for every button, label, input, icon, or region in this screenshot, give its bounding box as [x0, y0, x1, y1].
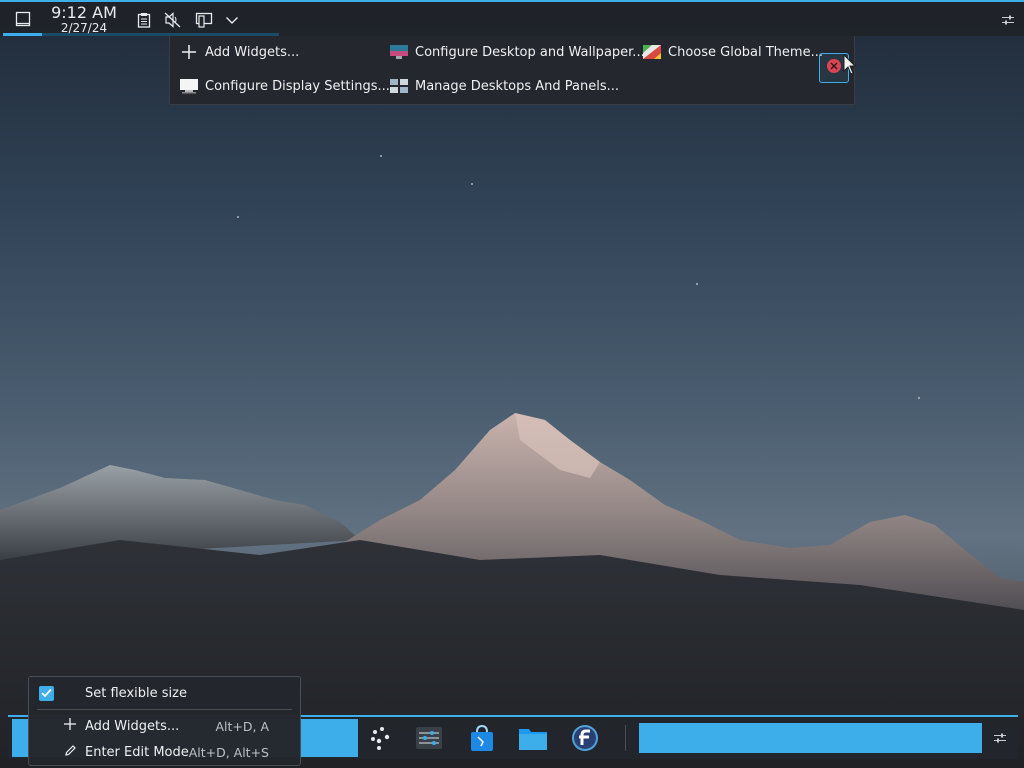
menu-configure-desktop[interactable]: Configure Desktop and Wallpaper... — [389, 41, 645, 63]
system-settings-icon[interactable] — [414, 723, 444, 753]
panel-context-menu: Set flexible size Add Widgets... Alt+D, … — [28, 676, 301, 766]
top-panel: 9:12 AM 2/27/24 — [0, 0, 1024, 36]
theme-icon — [642, 44, 662, 60]
menu-manage-desktops[interactable]: Manage Desktops And Panels... — [389, 75, 619, 97]
fedora-icon[interactable] — [570, 723, 600, 753]
panel-settings-icon[interactable] — [998, 10, 1018, 30]
display-icon — [179, 78, 199, 94]
digital-clock[interactable]: 9:12 AM 2/27/24 — [48, 3, 120, 35]
plus-icon — [179, 44, 199, 60]
add-widgets-label: Add Widgets... — [85, 718, 180, 734]
edit-mode-label: Enter Edit Mode — [85, 744, 189, 760]
discover-store-icon[interactable] — [467, 723, 497, 753]
close-icon — [826, 58, 842, 78]
clock-time: 9:12 AM — [51, 3, 117, 22]
desktop-wallpaper[interactable] — [0, 0, 1024, 768]
menu-manage-desktops-label: Manage Desktops And Panels... — [415, 78, 620, 94]
pencil-icon — [64, 744, 77, 761]
clipboard-icon[interactable] — [134, 10, 154, 30]
mouse-cursor-icon — [843, 53, 857, 80]
app-launcher-icon[interactable] — [365, 723, 395, 753]
edit-mode-shortcut: Alt+D, Alt+S — [188, 744, 269, 760]
clock-date: 2/27/24 — [60, 21, 108, 35]
show-desktop-icon[interactable] — [12, 9, 34, 29]
mountain-range — [0, 413, 1024, 768]
manage-desktops-icon — [389, 78, 409, 94]
panel-separator — [625, 725, 626, 751]
plus-icon — [63, 717, 77, 735]
menu-configure-desktop-label: Configure Desktop and Wallpaper... — [415, 44, 645, 60]
flexible-size-label: Set flexible size — [85, 685, 187, 701]
chevron-down-icon[interactable] — [223, 10, 241, 30]
menu-add-widgets-label: Add Widgets... — [205, 44, 300, 60]
menu-separator — [37, 709, 292, 710]
menu-global-theme-label: Choose Global Theme... — [668, 44, 823, 60]
dolphin-files-icon[interactable] — [518, 723, 548, 753]
panel-spacer-right[interactable] — [639, 723, 982, 753]
menu-display-settings[interactable]: Configure Display Settings... — [179, 75, 390, 97]
add-widgets-shortcut: Alt+D, A — [215, 718, 269, 734]
menu-global-theme[interactable]: Choose Global Theme... — [642, 41, 823, 63]
menu-panel-add-widgets[interactable]: Add Widgets... Alt+D, A — [29, 714, 300, 738]
desktop-toolbox-menu: Add Widgets... Configure Desktop and Wal… — [169, 36, 855, 105]
menu-set-flexible-size[interactable]: Set flexible size — [29, 681, 300, 705]
wallpaper-icon — [389, 44, 409, 60]
flexible-size-checkbox[interactable] — [39, 685, 54, 701]
volume-muted-icon[interactable] — [163, 10, 183, 30]
menu-add-widgets[interactable]: Add Widgets... — [179, 41, 299, 63]
network-icon[interactable] — [193, 10, 215, 30]
panel-settings-icon[interactable] — [990, 728, 1010, 748]
menu-enter-edit-mode[interactable]: Enter Edit Mode Alt+D, Alt+S — [29, 740, 300, 764]
panel-accent-bar — [3, 33, 42, 36]
menu-display-settings-label: Configure Display Settings... — [205, 78, 390, 94]
